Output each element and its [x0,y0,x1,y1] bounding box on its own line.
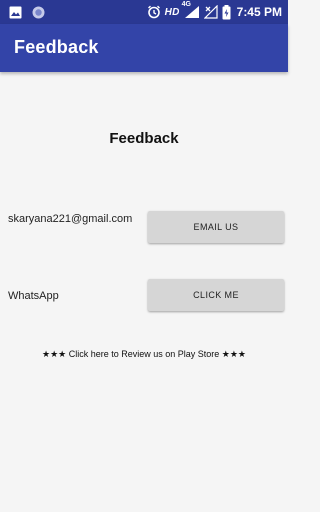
app-bar: Feedback [0,24,288,72]
email-address-label: skaryana221@gmail.com [8,213,133,225]
status-bar: HD 4G 7:45 PM [0,0,288,24]
network-label: HD [164,6,180,18]
signal-icon: 4G [182,1,200,19]
alarm-icon [147,5,161,19]
whatsapp-click-button[interactable]: CLICK ME [148,279,284,311]
no-signal-icon [203,5,218,19]
play-store-review-link[interactable]: ★★★ Click here to Review us on Play Stor… [0,349,288,360]
email-us-button[interactable]: EMAIL US [148,211,284,243]
page-title: Feedback [109,130,179,147]
app-title: Feedback [14,37,99,57]
circle-notification-icon [32,6,45,19]
image-icon [9,6,22,19]
status-left-icons [9,4,45,20]
network-type: 4G [181,1,191,8]
status-time: 7:45 PM [236,5,282,19]
battery-charging-icon [222,4,231,20]
status-right-icons: HD 4G 7:45 PM [147,1,282,21]
whatsapp-label: WhatsApp [8,290,59,302]
